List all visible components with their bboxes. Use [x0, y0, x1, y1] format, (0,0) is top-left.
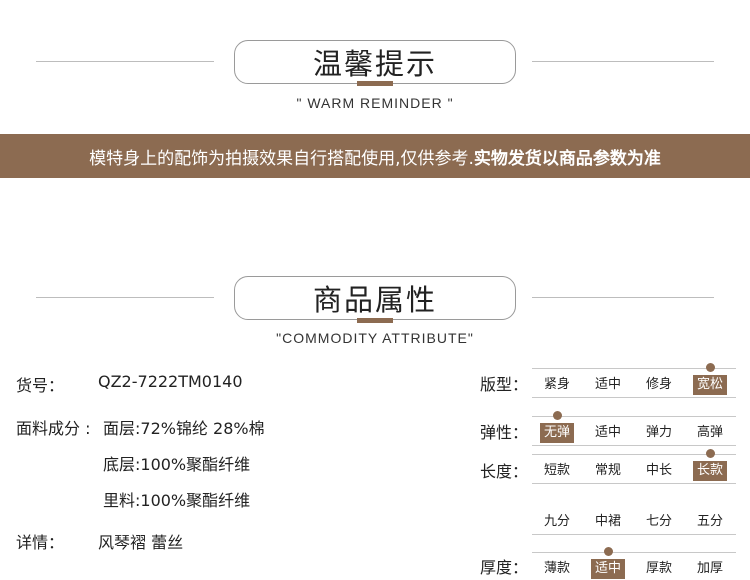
elasticity-label: 弹性：	[480, 423, 529, 442]
fabric-line-1: 面层:72%锦纶 28%棉	[103, 419, 265, 438]
length-option: 常规	[594, 463, 621, 478]
sku-label: 货号：	[16, 376, 65, 395]
fabric-line-3: 里料:100%聚酯纤维	[103, 491, 251, 510]
sku-value: QZ2-7222TM0140	[98, 372, 243, 391]
thickness-label: 厚度：	[480, 558, 529, 577]
elasticity-scale: 无弹 适中 弹力 高弹	[532, 411, 736, 446]
length-option-row2: 九分	[543, 514, 570, 529]
fit-option: 适中	[594, 377, 621, 392]
length-selected-marker	[706, 449, 715, 458]
details-value: 风琴褶 蕾丝	[98, 533, 184, 552]
length-scale: 短款 常规 中长 长款	[532, 449, 736, 484]
thickness-option: 加厚	[696, 561, 723, 576]
thickness-option: 薄款	[543, 561, 570, 576]
reminder-banner: 模特身上的配饰为拍摄效果自行搭配使用,仅供参考. 实物发货以商品参数为准	[0, 134, 750, 178]
attribute-title: 商品属性	[312, 283, 437, 317]
length-label: 长度：	[480, 462, 529, 481]
attribute-right-line	[532, 297, 714, 298]
elasticity-option: 高弹	[696, 425, 723, 440]
length-option: 中长	[645, 463, 672, 478]
reminder-subtitle: " WARM REMINDER "	[296, 95, 454, 111]
elasticity-selected-marker	[553, 411, 562, 420]
thickness-option: 适中	[591, 559, 625, 579]
fit-option: 宽松	[693, 375, 727, 395]
length-option: 短款	[543, 463, 570, 478]
reminder-title: 温馨提示	[312, 47, 437, 81]
length-option-row2: 五分	[696, 514, 723, 529]
fit-option: 紧身	[543, 377, 570, 392]
fabric-label: 面料成分 :	[16, 419, 91, 438]
banner-text: 模特身上的配饰为拍摄效果自行搭配使用,仅供参考.	[89, 148, 474, 169]
length-option: 长款	[693, 461, 727, 481]
reminder-right-line	[532, 61, 714, 62]
reminder-left-line	[36, 61, 214, 62]
attribute-left-line	[36, 297, 214, 298]
length-option-row2: 七分	[645, 514, 672, 529]
reminder-title-box: 温馨提示	[234, 40, 516, 84]
fit-scale: 紧身 适中 修身 宽松	[532, 363, 736, 398]
elasticity-option: 无弹	[540, 423, 574, 443]
attribute-title-box: 商品属性	[234, 276, 516, 320]
length-scale-row2: 九分 中裙 七分 五分	[532, 503, 736, 535]
elasticity-option: 适中	[594, 425, 621, 440]
attribute-title-underline	[357, 318, 393, 323]
length-option-row2: 中裙	[594, 514, 621, 529]
fit-selected-marker	[706, 363, 715, 372]
reminder-title-underline	[357, 81, 393, 86]
thickness-selected-marker	[604, 547, 613, 556]
thickness-scale: 薄款 适中 厚款 加厚	[532, 547, 736, 580]
elasticity-option: 弹力	[645, 425, 672, 440]
fabric-line-2: 底层:100%聚酯纤维	[103, 455, 251, 474]
thickness-option: 厚款	[645, 561, 672, 576]
fit-option: 修身	[645, 377, 672, 392]
fit-label: 版型：	[480, 375, 529, 394]
banner-strong-text: 实物发货以商品参数为准	[473, 148, 661, 169]
details-label: 详情：	[16, 533, 65, 552]
attribute-subtitle: "COMMODITY ATTRIBUTE"	[276, 330, 474, 346]
